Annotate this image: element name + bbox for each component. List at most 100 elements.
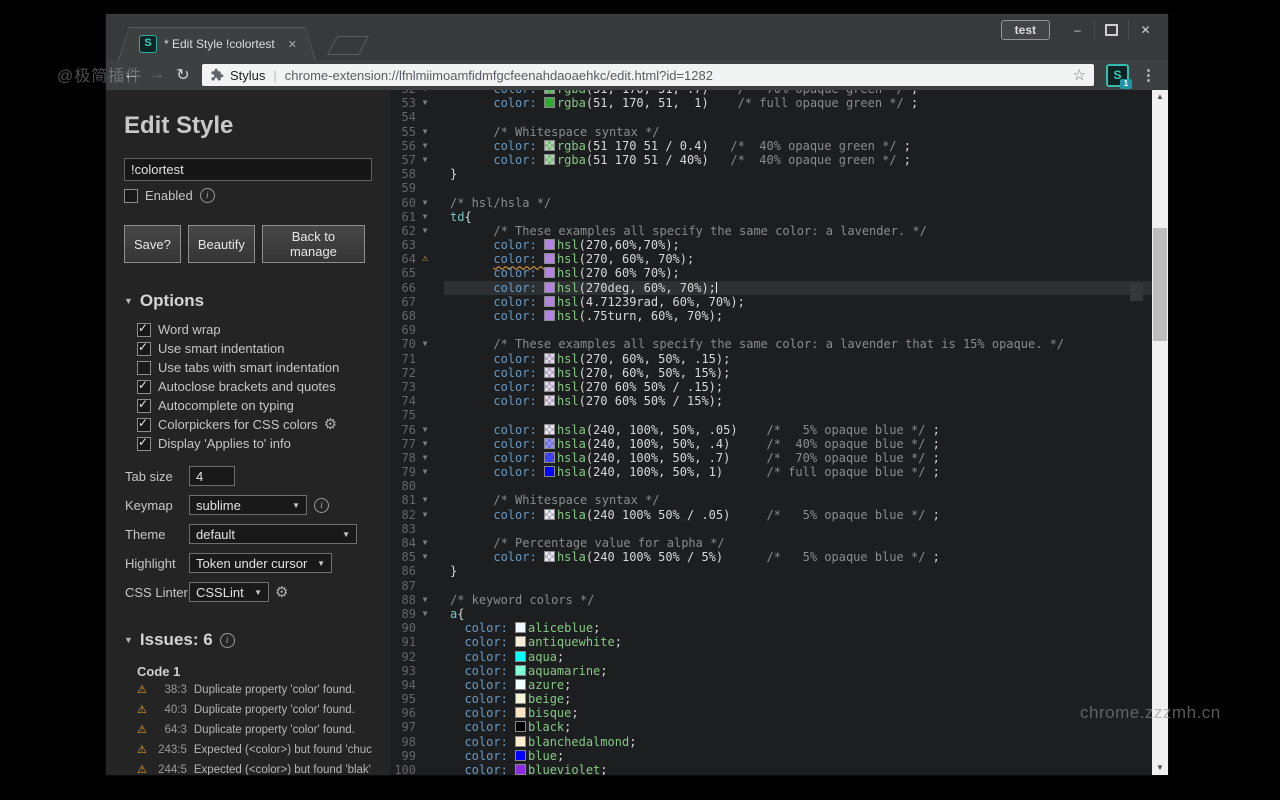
fold-arrow-icon[interactable]: ▼: [416, 593, 434, 607]
code-line-text[interactable]: /* Whitespace syntax */: [444, 125, 1152, 139]
issue-item[interactable]: ⚠ 40:3 Duplicate property 'color' found.: [137, 703, 372, 716]
field-select[interactable]: Token under cursor ▼: [189, 553, 332, 573]
color-swatch[interactable]: [543, 366, 555, 378]
color-swatch[interactable]: [543, 380, 555, 392]
color-swatch[interactable]: [543, 239, 555, 251]
page-scrollbar-thumb[interactable]: [1153, 228, 1167, 341]
gear-icon[interactable]: ⚙: [324, 417, 337, 432]
code-line-text[interactable]: color: hsl(270, 60%, 70%);: [444, 252, 1152, 266]
code-line-text[interactable]: color: hsla(240, 100%, 50%, .05) /* 5% o…: [444, 423, 1152, 437]
code-line-text[interactable]: color: hsla(240, 100%, 50%, .7) /* 70% o…: [444, 451, 1152, 465]
color-swatch[interactable]: [543, 437, 555, 449]
fold-arrow-icon[interactable]: ▼: [416, 210, 434, 224]
code-line-text[interactable]: color: blueviolet;: [444, 763, 1152, 775]
field-select[interactable]: default ▼: [189, 524, 357, 544]
field-select[interactable]: sublime ▼: [189, 495, 307, 515]
color-swatch[interactable]: [543, 352, 555, 364]
issues-info-icon[interactable]: i: [219, 632, 235, 648]
fold-arrow-icon[interactable]: ▼: [416, 451, 434, 465]
code-line-text[interactable]: [444, 323, 1152, 337]
field-input[interactable]: 4: [189, 466, 235, 486]
code-line-text[interactable]: color: hsl(4.71239rad, 60%, 70%);: [444, 295, 1152, 309]
profile-button[interactable]: test: [1000, 20, 1050, 40]
color-swatch[interactable]: [543, 281, 555, 293]
fold-arrow-icon[interactable]: ▼: [416, 196, 434, 210]
options-header[interactable]: ▼ Options: [124, 291, 372, 311]
color-swatch[interactable]: [543, 90, 555, 94]
editor-scrollbar-thumb[interactable]: [1130, 283, 1143, 301]
color-swatch[interactable]: [543, 551, 555, 563]
code-line-text[interactable]: color: hsl(.75turn, 60%, 70%);: [444, 309, 1152, 323]
code-line-text[interactable]: color: black;: [444, 720, 1152, 734]
reload-icon[interactable]: ↻: [170, 65, 196, 85]
color-swatch[interactable]: [543, 310, 555, 321]
code-line-text[interactable]: color: beige;: [444, 692, 1152, 706]
color-swatch[interactable]: [543, 508, 555, 520]
code-line-text[interactable]: [444, 110, 1152, 124]
bookmark-star-icon[interactable]: ☆: [1073, 66, 1086, 84]
code-line-text[interactable]: color: aquamarine;: [444, 664, 1152, 678]
option-checkbox[interactable]: [137, 435, 151, 451]
color-swatch[interactable]: [543, 295, 555, 307]
code-line-text[interactable]: /* These examples all specify the same c…: [444, 337, 1152, 351]
fold-arrow-icon[interactable]: ▼: [416, 423, 434, 437]
new-tab-button[interactable]: [326, 36, 370, 55]
code-line-text[interactable]: /* hsl/hsla */: [444, 196, 1152, 210]
fold-arrow-icon[interactable]: ▼: [416, 508, 434, 522]
minimize-button[interactable]: –: [1061, 19, 1094, 40]
back-to-manage-button[interactable]: Back to manage: [261, 225, 365, 263]
code-line-text[interactable]: }: [444, 167, 1152, 181]
maximize-button[interactable]: [1094, 19, 1128, 40]
forward-icon[interactable]: →: [144, 66, 170, 84]
color-swatch[interactable]: [543, 451, 555, 463]
code-line-text[interactable]: [444, 522, 1152, 536]
color-swatch[interactable]: [543, 395, 555, 407]
fold-arrow-icon[interactable]: ▼: [416, 139, 434, 153]
fold-arrow-icon[interactable]: ▼: [416, 536, 434, 550]
code-line-text[interactable]: color: azure;: [444, 678, 1152, 692]
info-icon[interactable]: i: [199, 188, 215, 203]
issue-item[interactable]: ⚠ 64:3 Duplicate property 'color' found.: [137, 723, 372, 736]
color-swatch[interactable]: [515, 636, 527, 648]
option-checkbox[interactable]: [137, 416, 151, 432]
code-line-text[interactable]: color: blue;: [444, 749, 1152, 763]
code-line-text[interactable]: color: rgba(51, 170, 51, 1) /* full opaq…: [444, 96, 1152, 110]
style-name-input[interactable]: [124, 158, 372, 181]
scroll-up-arrow-icon[interactable]: ▲: [1152, 90, 1168, 104]
page-scrollbar[interactable]: ▲ ▼: [1152, 90, 1168, 775]
color-swatch[interactable]: [543, 423, 555, 435]
color-swatch[interactable]: [515, 622, 527, 634]
browser-menu-icon[interactable]: ⋮: [1141, 66, 1156, 84]
fold-arrow-icon[interactable]: ▼: [416, 607, 434, 621]
code-line-text[interactable]: color: antiquewhite;: [444, 635, 1152, 649]
color-swatch[interactable]: [515, 735, 527, 747]
code-line-text[interactable]: color: hsl(270 60% 50% / .15);: [444, 380, 1152, 394]
fold-arrow-icon[interactable]: ▼: [416, 550, 434, 564]
close-button[interactable]: ✕: [1128, 19, 1162, 40]
beautify-button[interactable]: Beautify: [187, 225, 255, 263]
url-text[interactable]: chrome-extension://lfnlmiimoamfidmfgcfee…: [285, 68, 1067, 83]
color-swatch[interactable]: [515, 721, 527, 733]
issue-item[interactable]: ⚠ 38:3 Duplicate property 'color' found.: [137, 683, 372, 696]
color-swatch[interactable]: [515, 749, 527, 761]
color-swatch[interactable]: [543, 153, 555, 165]
issues-header[interactable]: ▼ Issues: 6 i: [124, 630, 372, 650]
issue-item[interactable]: ⚠ 243:5 Expected (<color>) but found 'chuc…: [137, 743, 372, 756]
code-line-text[interactable]: /* These examples all specify the same c…: [444, 224, 1152, 238]
code-line-text[interactable]: color: hsl(270, 60%, 50%, .15);: [444, 352, 1152, 366]
option-checkbox[interactable]: [137, 378, 151, 394]
code-line-text[interactable]: color: hsl(270,60%,70%);: [444, 238, 1152, 252]
tab-close-icon[interactable]: ✕: [288, 38, 297, 51]
color-swatch[interactable]: [515, 707, 527, 719]
color-swatch[interactable]: [543, 466, 555, 478]
code-line-text[interactable]: color: aqua;: [444, 650, 1152, 664]
code-line-text[interactable]: color: hsla(240 100% 50% / 5%) /* 5% opa…: [444, 550, 1152, 564]
url-bar[interactable]: Stylus | chrome-extension://lfnlmiimoamf…: [202, 64, 1094, 86]
color-swatch[interactable]: [515, 693, 527, 705]
code-line-text[interactable]: /* Whitespace syntax */: [444, 493, 1152, 507]
option-checkbox[interactable]: [137, 321, 151, 337]
code-line-text[interactable]: color: rgba(51 170 51 / 40%) /* 40% opaq…: [444, 153, 1152, 167]
code-line-text[interactable]: /* Percentage value for alpha */: [444, 536, 1152, 550]
code-line-text[interactable]: color: blanchedalmond;: [444, 735, 1152, 749]
color-swatch[interactable]: [515, 764, 527, 775]
